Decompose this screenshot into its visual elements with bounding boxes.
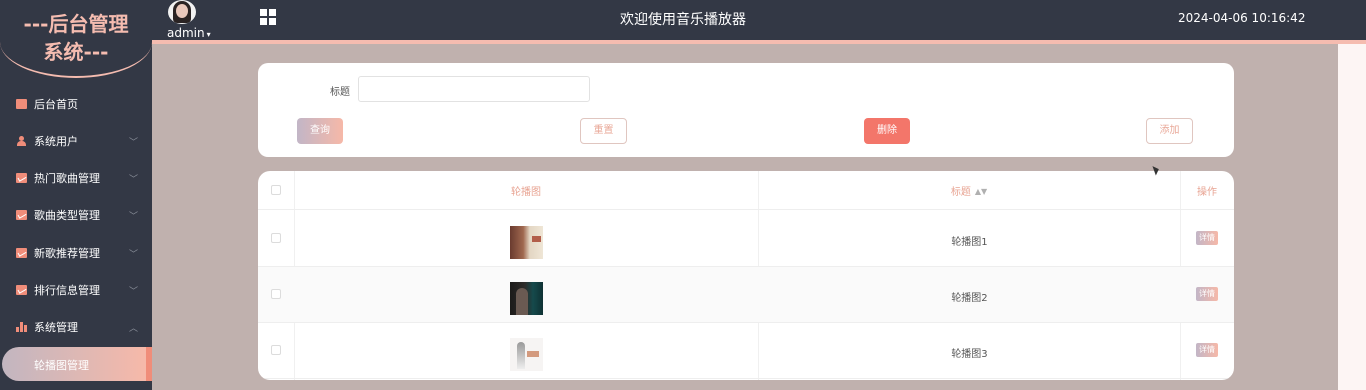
- user-menu[interactable]: admin ▾: [167, 26, 211, 40]
- logo: ---后台管理 系统---: [0, 0, 152, 78]
- column-header-title-label: 标题: [950, 187, 971, 198]
- detail-button[interactable]: 详情: [1196, 231, 1218, 245]
- table-header: 轮播图 标题 ▲▼ 操作: [258, 171, 1234, 210]
- sidebar-item-rankings[interactable]: 排行信息管理 ﹀: [0, 272, 152, 308]
- select-all-checkbox[interactable]: [271, 185, 281, 195]
- column-header-actions: 操作: [1197, 187, 1217, 198]
- search-panel: 标题 查询 重置 删除 添加: [258, 63, 1234, 157]
- chevron-down-icon: ﹀: [128, 138, 138, 148]
- sort-icon[interactable]: ▲▼: [975, 187, 987, 196]
- datetime: 2024-04-06 10:16:42: [1178, 11, 1306, 25]
- chevron-down-icon: ▾: [206, 30, 211, 39]
- row-title: 轮播图2: [951, 293, 988, 304]
- detail-button[interactable]: 详情: [1196, 287, 1218, 301]
- data-table: 轮播图 标题 ▲▼ 操作 轮播图1 详情 轮播图2 详情 轮播图3 详情: [258, 171, 1234, 380]
- column-header-image: 轮播图: [511, 187, 541, 198]
- chart-icon: [16, 248, 27, 258]
- query-button[interactable]: 查询: [297, 118, 343, 144]
- row-checkbox[interactable]: [271, 345, 281, 355]
- chevron-down-icon: ﹀: [128, 250, 138, 260]
- user-icon: [16, 136, 27, 146]
- sidebar-item-label: 歌曲类型管理: [34, 209, 100, 222]
- sidebar-item-home[interactable]: 后台首页: [0, 86, 152, 122]
- title-label: 标题: [330, 87, 350, 98]
- sidebar-item-users[interactable]: 系统用户 ﹀: [0, 123, 152, 159]
- sidebar-item-new-songs[interactable]: 新歌推荐管理 ﹀: [0, 235, 152, 271]
- chevron-up-icon: ︿: [128, 324, 138, 334]
- logo-line-2: 系统---: [43, 40, 109, 64]
- carousel-thumbnail: [510, 226, 543, 259]
- row-title: 轮播图3: [951, 349, 988, 360]
- sidebar-item-label: 热门歌曲管理: [34, 172, 100, 185]
- row-title: 轮播图1: [951, 237, 988, 248]
- table-row: 轮播图1 详情: [258, 211, 1234, 267]
- sidebar-item-label: 后台首页: [34, 98, 78, 111]
- username-label: admin: [167, 26, 205, 40]
- chevron-down-icon: ﹀: [128, 287, 138, 297]
- sidebar: ---后台管理 系统--- 后台首页 系统用户 ﹀ 热门歌曲管理 ﹀ 歌曲类型管…: [0, 0, 152, 390]
- add-button[interactable]: 添加: [1146, 118, 1193, 144]
- carousel-thumbnail: [510, 338, 543, 371]
- chart-icon: [16, 285, 27, 295]
- scrollbar-track[interactable]: [1338, 44, 1366, 390]
- detail-button[interactable]: 详情: [1196, 343, 1218, 357]
- sidebar-item-system[interactable]: 系统管理 ︿: [0, 309, 152, 345]
- chart-icon: [16, 173, 27, 183]
- title-search-input[interactable]: [358, 76, 590, 102]
- sidebar-subitem-carousel[interactable]: 轮播图管理: [0, 346, 152, 382]
- delete-button[interactable]: 删除: [864, 118, 910, 144]
- row-checkbox[interactable]: [271, 233, 281, 243]
- menu-grid-icon[interactable]: [260, 9, 276, 25]
- row-checkbox[interactable]: [271, 289, 281, 299]
- sidebar-item-label: 系统管理: [34, 321, 78, 334]
- sidebar-item-song-types[interactable]: 歌曲类型管理 ﹀: [0, 197, 152, 233]
- sidebar-subitem-label: 轮播图管理: [34, 359, 89, 372]
- reset-button[interactable]: 重置: [580, 118, 627, 144]
- sidebar-item-label: 系统用户: [34, 135, 78, 148]
- table-row: 轮播图2 详情: [258, 267, 1234, 323]
- table-row: 轮播图3 详情: [258, 323, 1234, 379]
- avatar[interactable]: [168, 0, 196, 24]
- carousel-thumbnail: [510, 282, 543, 315]
- chevron-down-icon: ﹀: [128, 212, 138, 222]
- logo-line-1: ---后台管理: [23, 12, 129, 36]
- bar-chart-icon: [16, 322, 27, 332]
- top-bar-accent-line: [152, 40, 1366, 44]
- sidebar-item-label: 新歌推荐管理: [34, 247, 100, 260]
- column-header-title[interactable]: 标题 ▲▼: [758, 183, 1180, 198]
- chevron-down-icon: ﹀: [128, 175, 138, 185]
- chart-icon: [16, 210, 27, 220]
- sidebar-item-hot-songs[interactable]: 热门歌曲管理 ﹀: [0, 160, 152, 196]
- sidebar-item-label: 排行信息管理: [34, 284, 100, 297]
- monitor-icon: [16, 99, 27, 109]
